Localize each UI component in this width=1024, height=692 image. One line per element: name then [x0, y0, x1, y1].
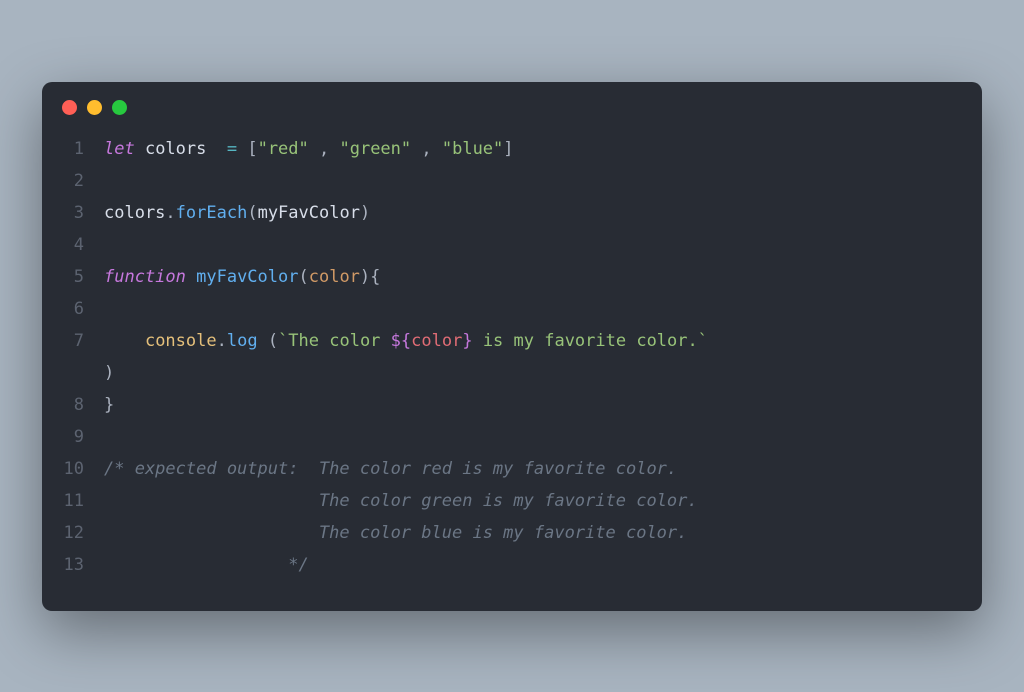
line-number: 10: [62, 453, 104, 485]
token-str: "green": [339, 139, 411, 159]
code-content: colors.forEach(myFavColor): [104, 197, 370, 229]
line-number: 3: [62, 197, 104, 229]
token-tmplbrace: }: [462, 331, 472, 351]
token-punct: ,: [309, 139, 340, 159]
line-number: 4: [62, 229, 104, 261]
token-param: color: [309, 267, 360, 287]
code-content: console.log (`The color ${color} is my f…: [104, 325, 708, 357]
line-number: 13: [62, 549, 104, 581]
titlebar: [42, 82, 982, 125]
line-number: 8: [62, 389, 104, 421]
code-line: 9: [62, 421, 962, 453]
line-number: 2: [62, 165, 104, 197]
code-content: function myFavColor(color){: [104, 261, 380, 293]
token-punct: ): [360, 267, 370, 287]
token-str: "red": [258, 139, 309, 159]
code-content: [104, 229, 114, 261]
close-icon[interactable]: [62, 100, 77, 115]
code-line: 7 console.log (`The color ${color} is my…: [62, 325, 962, 357]
code-content: [104, 421, 114, 453]
line-number: 5: [62, 261, 104, 293]
code-line: 8}: [62, 389, 962, 421]
line-number: 7: [62, 325, 104, 357]
token-ident: [104, 331, 145, 351]
editor-window: 1let colors = ["red" , "green" , "blue"]…: [42, 82, 982, 611]
code-line: 10/* expected output: The color red is m…: [62, 453, 962, 485]
code-content: ): [104, 357, 114, 389]
token-punct: ): [360, 203, 370, 223]
code-content: [104, 165, 114, 197]
token-brace: {: [370, 267, 380, 287]
code-line: 6: [62, 293, 962, 325]
code-line: 5function myFavColor(color){: [62, 261, 962, 293]
code-content: /* expected output: The color red is my …: [104, 453, 677, 485]
code-line: 13 */: [62, 549, 962, 581]
code-content: The color blue is my favorite color.: [104, 517, 687, 549]
token-punct: ): [104, 363, 114, 383]
code-content: */: [104, 549, 309, 581]
token-obj: console: [145, 331, 217, 351]
token-op: =: [227, 139, 247, 159]
token-str: "blue": [442, 139, 503, 159]
code-line: 1let colors = ["red" , "green" , "blue"]: [62, 133, 962, 165]
token-punct: (: [298, 267, 308, 287]
token-ident: myFavColor: [258, 203, 360, 223]
code-content: let colors = ["red" , "green" , "blue"]: [104, 133, 514, 165]
maximize-icon[interactable]: [112, 100, 127, 115]
token-punct: (: [268, 331, 278, 351]
code-line: 2: [62, 165, 962, 197]
token-ident: colors: [104, 203, 165, 223]
token-comment: The color green is my favorite color.: [104, 491, 698, 511]
code-line: 4: [62, 229, 962, 261]
code-line: 11 The color green is my favorite color.: [62, 485, 962, 517]
code-area[interactable]: 1let colors = ["red" , "green" , "blue"]…: [42, 125, 982, 591]
code-content: }: [104, 389, 114, 421]
code-line: 12 The color blue is my favorite color.: [62, 517, 962, 549]
token-func: function: [104, 267, 196, 287]
line-number: 12: [62, 517, 104, 549]
code-content: [104, 293, 114, 325]
token-ident: colors: [145, 139, 227, 159]
code-line: 3colors.forEach(myFavColor): [62, 197, 962, 229]
token-punct: .: [165, 203, 175, 223]
token-method: forEach: [176, 203, 248, 223]
token-punct: ,: [411, 139, 442, 159]
token-comment: The color blue is my favorite color.: [104, 523, 687, 543]
minimize-icon[interactable]: [87, 100, 102, 115]
token-punct: (: [247, 203, 257, 223]
token-tmplbrace: ${: [391, 331, 411, 351]
token-kw: let: [104, 139, 145, 159]
token-comment: /* expected output: The color red is my …: [104, 459, 677, 479]
line-number: 1: [62, 133, 104, 165]
token-brace: }: [104, 395, 114, 415]
token-punct: ]: [503, 139, 513, 159]
line-number: 9: [62, 421, 104, 453]
token-punct: .: [217, 331, 227, 351]
token-punct: [: [247, 139, 257, 159]
token-comment: */: [104, 555, 309, 575]
code-content: The color green is my favorite color.: [104, 485, 698, 517]
line-number: 11: [62, 485, 104, 517]
code-line: ): [62, 357, 962, 389]
token-tmpl: is my favorite color.`: [473, 331, 708, 351]
token-method: log: [227, 331, 268, 351]
token-fname: myFavColor: [196, 267, 298, 287]
token-tmplvar: color: [411, 331, 462, 351]
token-tmpl: `The color: [278, 331, 391, 351]
line-number: 6: [62, 293, 104, 325]
